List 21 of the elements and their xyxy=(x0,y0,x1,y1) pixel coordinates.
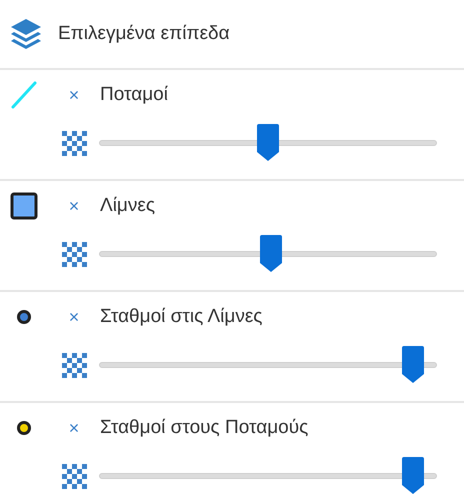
layer-name: Σταθμοί στους Ποταμούς xyxy=(100,416,308,440)
slider-thumb[interactable] xyxy=(402,457,424,494)
opacity-slider[interactable] xyxy=(99,123,437,163)
layer-name: Ποταμοί xyxy=(100,82,168,107)
remove-button[interactable]: × xyxy=(64,197,84,215)
remove-button[interactable]: × xyxy=(64,308,84,326)
remove-button[interactable]: × xyxy=(64,419,84,437)
layer-name: Σταθμοί στις Λίμνες xyxy=(100,304,262,329)
opacity-slider[interactable] xyxy=(99,345,437,385)
opacity-slider[interactable] xyxy=(99,234,437,274)
layer-name: Λίμνες xyxy=(100,194,155,218)
slider-thumb[interactable] xyxy=(257,124,279,162)
opacity-icon xyxy=(62,352,87,378)
remove-button[interactable]: × xyxy=(64,86,84,104)
slider-thumb[interactable] xyxy=(260,235,282,273)
panel-title: Επιλεγμένα επίπεδα xyxy=(58,22,230,46)
slider-thumb[interactable] xyxy=(402,346,424,384)
opacity-icon xyxy=(62,464,87,488)
opacity-icon xyxy=(62,130,87,156)
opacity-icon xyxy=(62,242,87,266)
opacity-slider[interactable] xyxy=(99,456,437,494)
